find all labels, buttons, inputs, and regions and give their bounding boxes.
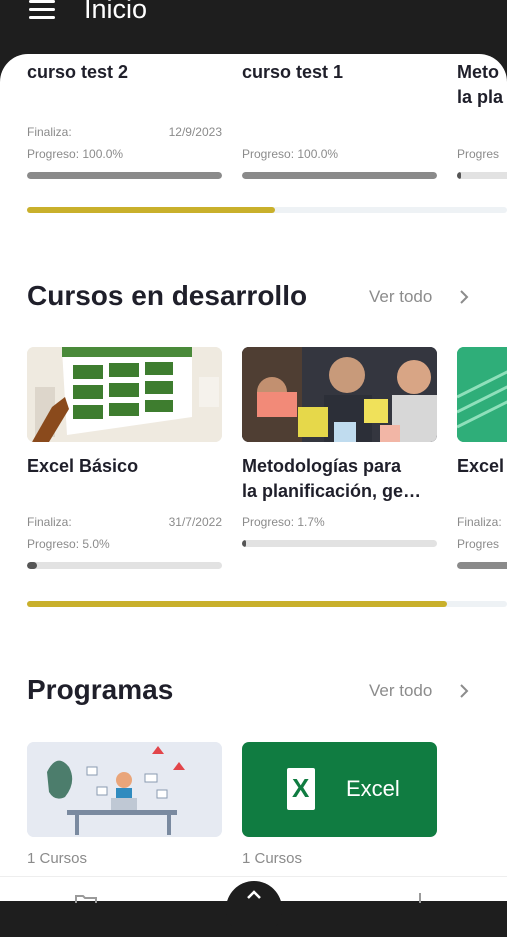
- excel-spreadsheet-illustration[interactable]: [27, 347, 222, 442]
- course-end-date: Finaliza:: [457, 515, 502, 529]
- course-end-date: Finaliza: 12/9/2023: [27, 125, 222, 139]
- course-progress-bar: [27, 172, 222, 179]
- excel-program-thumbnail[interactable]: X Excel: [242, 742, 437, 837]
- chevron-right-icon[interactable]: [456, 683, 472, 699]
- course-progress-bar: [242, 172, 437, 179]
- hamburger-menu-icon[interactable]: [29, 0, 55, 20]
- see-all-programs-link[interactable]: Ver todo: [369, 681, 432, 701]
- course-card-metodologias[interactable]: Metodologías para la planificación, ge… …: [242, 454, 437, 547]
- course-progress-bar: [27, 562, 222, 569]
- carousel-scroll-thumb[interactable]: [27, 601, 447, 607]
- course-progress-bar: [242, 540, 437, 547]
- course-card-curso-test-1[interactable]: curso test 1 Progreso: 100.0%: [242, 60, 437, 179]
- team-sticky-notes-photo[interactable]: [242, 347, 437, 442]
- section-title-programs: Programas: [27, 674, 174, 705]
- course-card-excel-basico[interactable]: Excel Básico Finaliza: 31/7/2022 Progres…: [27, 454, 222, 569]
- page-title: Inicio: [84, 0, 148, 24]
- course-progress-label: Progreso: 100.0%: [242, 147, 339, 161]
- course-progress-bar: [457, 562, 507, 569]
- course-title-line: la planificación, ge…: [242, 481, 422, 501]
- carousel-scroll-thumb[interactable]: [27, 207, 275, 213]
- green-spreadsheet[interactable]: [457, 347, 507, 442]
- carousel-scrollbar[interactable]: [27, 207, 507, 213]
- excel-logo-letter: X: [292, 773, 310, 803]
- course-progress-bar: [457, 172, 507, 179]
- course-title-line: Metodologías para: [242, 456, 402, 476]
- course-end-date: Finaliza: 31/7/2022: [27, 515, 222, 529]
- excel-logo-text: Excel: [346, 776, 400, 801]
- carousel-scrollbar[interactable]: [27, 601, 507, 607]
- app-header: Inicio: [0, 0, 507, 60]
- course-progress-label: Progres: [457, 147, 500, 161]
- folder-icon[interactable]: [74, 893, 98, 903]
- home-content[interactable]: curso test 2 Finaliza: 12/9/2023 Progres…: [0, 54, 507, 900]
- course-progress-label: Progres: [457, 537, 500, 551]
- course-card-partial[interactable]: Meto la pla Progres: [457, 60, 507, 179]
- section-title-in-progress: Cursos en desarrollo: [27, 280, 308, 311]
- course-title: Excel: [457, 456, 505, 476]
- course-progress-label: Progreso: 1.7%: [242, 515, 325, 529]
- program-course-count: 1 Cursos: [27, 850, 88, 867]
- home-fab-button[interactable]: [226, 881, 282, 937]
- chevron-right-icon[interactable]: [456, 289, 472, 305]
- plus-icon[interactable]: [414, 891, 426, 903]
- course-title-line: la pla: [457, 87, 504, 107]
- course-title-line: Meto: [457, 62, 499, 82]
- course-title: curso test 1: [242, 62, 344, 82]
- see-all-in-progress-link[interactable]: Ver todo: [369, 287, 432, 307]
- course-title: curso test 2: [27, 62, 129, 82]
- course-card-excel-partial[interactable]: Excel Finaliza: Progres: [457, 454, 507, 569]
- course-progress-label: Progreso: 100.0%: [27, 147, 124, 161]
- office-worker-illustration[interactable]: [27, 742, 222, 837]
- chevron-up-icon: [247, 890, 261, 899]
- course-title: Excel Básico: [27, 456, 139, 476]
- course-card-curso-test-2[interactable]: curso test 2 Finaliza: 12/9/2023 Progres…: [27, 60, 222, 179]
- program-course-count: 1 Cursos: [242, 850, 303, 867]
- course-progress-label: Progreso: 5.0%: [27, 537, 110, 551]
